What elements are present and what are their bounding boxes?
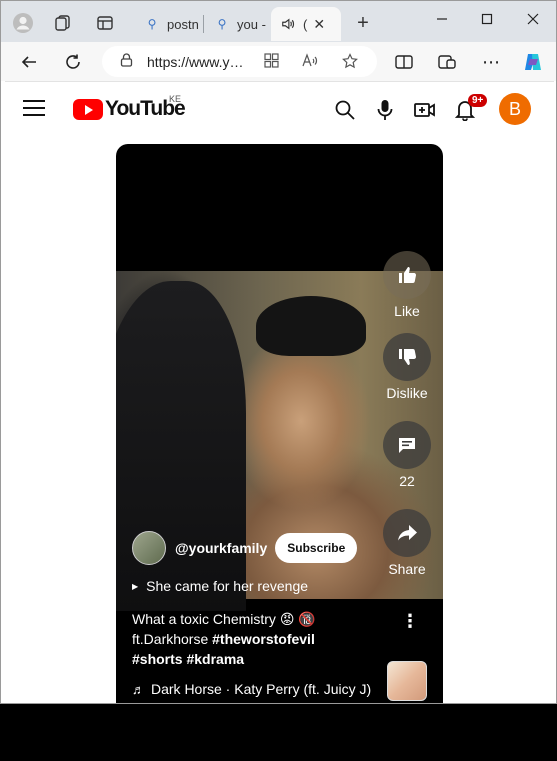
minimize-icon[interactable] xyxy=(422,5,462,33)
music-info[interactable]: ♬ Dark Horse · Katy Perry (ft. Juicy J) xyxy=(132,681,371,697)
youtube-logo[interactable]: YouTube KE xyxy=(73,94,186,121)
tab-active[interactable]: ( ✕ xyxy=(271,7,341,41)
subscribe-button[interactable]: Subscribe xyxy=(275,533,358,563)
tab-label: ( xyxy=(303,16,308,32)
share-arrow-icon xyxy=(383,509,431,557)
dislike-button[interactable]: Dislike xyxy=(383,333,431,401)
channel-handle[interactable]: @yourkfamily xyxy=(175,540,267,556)
split-screen-icon[interactable] xyxy=(388,46,420,78)
short-title[interactable]: What a toxic Chemistry 😡 🔞 ft.Darkhorse … xyxy=(132,609,372,669)
hashtag-link[interactable]: #theworstofevil xyxy=(212,631,315,647)
thumbs-down-icon xyxy=(383,333,431,381)
youtube-play-icon xyxy=(73,98,103,120)
tab-actions-icon[interactable] xyxy=(91,9,119,37)
shorts-player[interactable]: Like Dislike 22 Share @yourkfamily Subsc… xyxy=(116,144,443,703)
search-icon[interactable] xyxy=(331,96,359,124)
workspaces-icon[interactable] xyxy=(49,9,77,37)
share-label: Share xyxy=(388,561,426,577)
thumbs-up-icon xyxy=(383,251,431,299)
close-window-icon[interactable] xyxy=(513,5,553,33)
apps-icon[interactable] xyxy=(264,53,279,71)
like-button[interactable]: Like xyxy=(383,251,431,319)
music-thumbnail[interactable] xyxy=(387,661,427,701)
title-line-1: What a toxic Chemistry 😡 🔞 xyxy=(132,611,316,627)
more-options-icon[interactable]: ⋯ xyxy=(475,46,507,78)
tab-label: you - xyxy=(237,16,266,32)
sound-caption[interactable]: ▶ She came for her revenge xyxy=(132,578,308,594)
copilot-icon[interactable] xyxy=(517,46,549,78)
tab-separator xyxy=(203,15,204,33)
close-tab-icon[interactable]: ✕ xyxy=(313,16,325,33)
hashtag-link[interactable]: #shorts xyxy=(132,651,183,667)
speaker-icon[interactable] xyxy=(281,17,295,31)
comment-icon xyxy=(383,421,431,469)
play-small-icon: ▶ xyxy=(132,581,139,591)
like-label: Like xyxy=(394,303,420,319)
read-aloud-icon[interactable] xyxy=(302,53,318,71)
channel-avatar[interactable] xyxy=(132,531,166,565)
title-line-3: #shorts #kdrama xyxy=(132,649,372,669)
microphone-icon[interactable] xyxy=(371,96,399,124)
back-icon[interactable] xyxy=(13,46,45,78)
navigation-bar: https://www.y… ⋯ xyxy=(1,42,556,81)
tab-postn[interactable]: ⚲ postn xyxy=(135,7,203,41)
search-icon: ⚲ xyxy=(217,17,227,31)
create-video-icon[interactable] xyxy=(411,96,439,124)
hashtag-link[interactable]: #kdrama xyxy=(186,651,244,667)
music-text: Dark Horse · Katy Perry (ft. Juicy J) xyxy=(151,681,372,697)
search-icon: ⚲ xyxy=(147,17,157,31)
tab-you[interactable]: ⚲ you - xyxy=(205,7,271,41)
music-note-icon: ♬ xyxy=(132,681,145,697)
collections-icon[interactable] xyxy=(431,46,463,78)
share-button[interactable]: Share xyxy=(383,509,431,577)
favorite-star-icon[interactable] xyxy=(342,53,358,72)
youtube-header: YouTube KE 9+ B xyxy=(5,82,554,138)
address-url[interactable]: https://www.y… xyxy=(147,54,245,70)
sound-caption-text: She came for her revenge xyxy=(146,578,309,594)
desktop-background xyxy=(0,704,557,761)
country-code: KE xyxy=(169,94,182,104)
notification-count-badge: 9+ xyxy=(468,94,488,107)
youtube-page: YouTube KE 9+ B Like Dislike 22 Share @y… xyxy=(5,81,554,703)
more-vertical-icon[interactable]: ⋮ xyxy=(401,611,419,632)
new-tab-icon[interactable]: + xyxy=(349,9,377,37)
profile-icon[interactable] xyxy=(9,9,37,37)
title-line-2: ft.Darkhorse #theworstofevil xyxy=(132,629,372,649)
tab-bar: ⚲ postn ⚲ you - ( ✕ + xyxy=(1,1,556,42)
tab-label: postn xyxy=(167,16,199,32)
dislike-label: Dislike xyxy=(386,385,428,401)
title-text: ft.Darkhorse xyxy=(132,631,213,647)
comment-count: 22 xyxy=(399,473,415,489)
address-bar[interactable]: https://www.y… xyxy=(102,46,377,77)
video-figure-head xyxy=(256,296,366,356)
menu-icon[interactable] xyxy=(23,100,45,116)
comments-button[interactable]: 22 xyxy=(383,421,431,489)
account-avatar[interactable]: B xyxy=(499,93,531,125)
browser-window: ⚲ postn ⚲ you - ( ✕ + https://www.y… ⋯ Y… xyxy=(0,0,557,704)
lock-icon[interactable] xyxy=(120,53,133,70)
channel-info: @yourkfamily Subscribe xyxy=(132,531,358,565)
maximize-icon[interactable] xyxy=(467,5,507,33)
refresh-icon[interactable] xyxy=(57,46,89,78)
